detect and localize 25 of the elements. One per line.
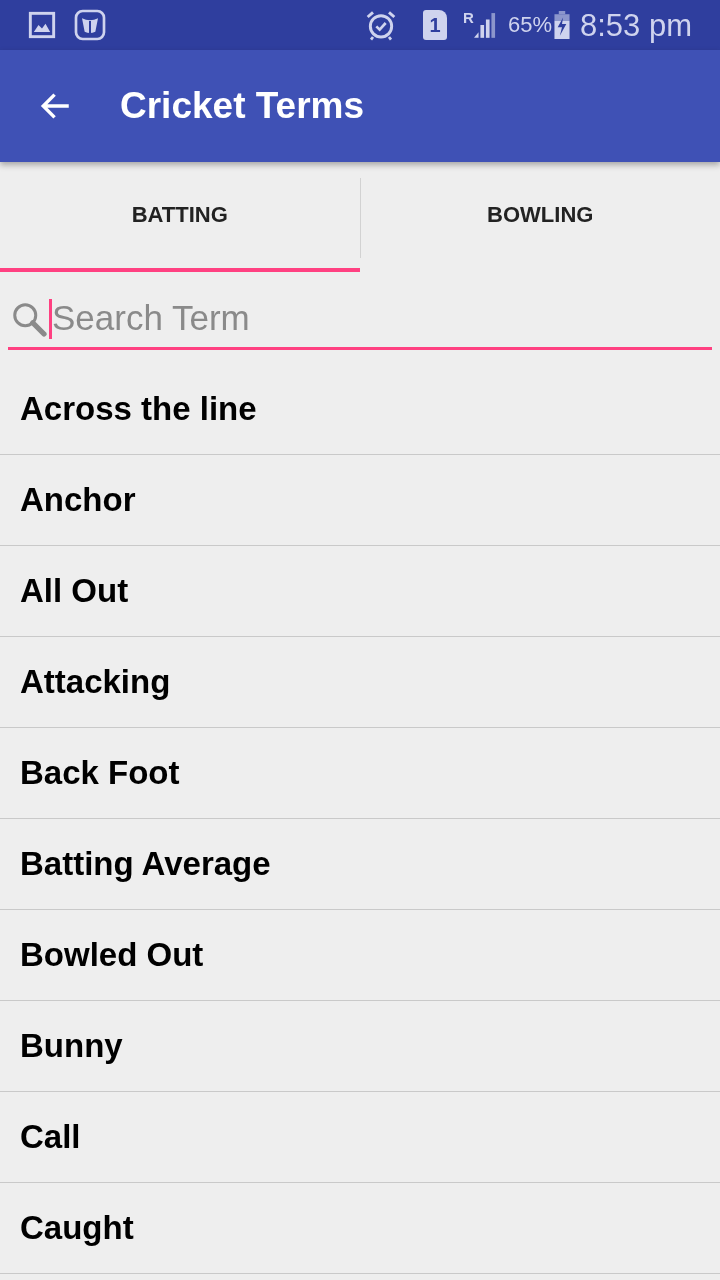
term-list-item[interactable]: Bowled Out [0,910,720,1001]
text-cursor [49,298,52,339]
term-list-item[interactable]: Batting Average [0,819,720,910]
term-list-item[interactable]: Caught [0,1183,720,1274]
roaming-indicator: R [463,10,474,25]
search-input[interactable]: Search Term [52,296,712,341]
screen-title: Cricket Terms [120,84,365,129]
term-list-item[interactable]: Anchor [0,455,720,546]
app-logo-icon [74,9,106,41]
term-list-item[interactable]: Call [0,1092,720,1183]
term-list-item[interactable]: Back Foot [0,728,720,819]
tab[interactable]: BATTING [0,162,360,272]
alarm-clock-icon [365,9,398,41]
battery-percentage: 65% [507,14,552,36]
signal-bars-icon [473,11,496,39]
sim-slot-badge: 1 [423,10,448,40]
term-list-item[interactable]: Attacking [0,637,720,728]
search-icon [11,300,47,337]
term-list-item[interactable]: Across the line [0,364,720,455]
battery-charging-icon [554,11,570,39]
image-icon [28,11,56,39]
term-list-item[interactable]: All Out [0,546,720,637]
tab[interactable]: BOWLING [360,162,720,272]
clock-time: 8:53 pm [580,9,692,41]
term-list-item[interactable]: Bunny [0,1001,720,1092]
